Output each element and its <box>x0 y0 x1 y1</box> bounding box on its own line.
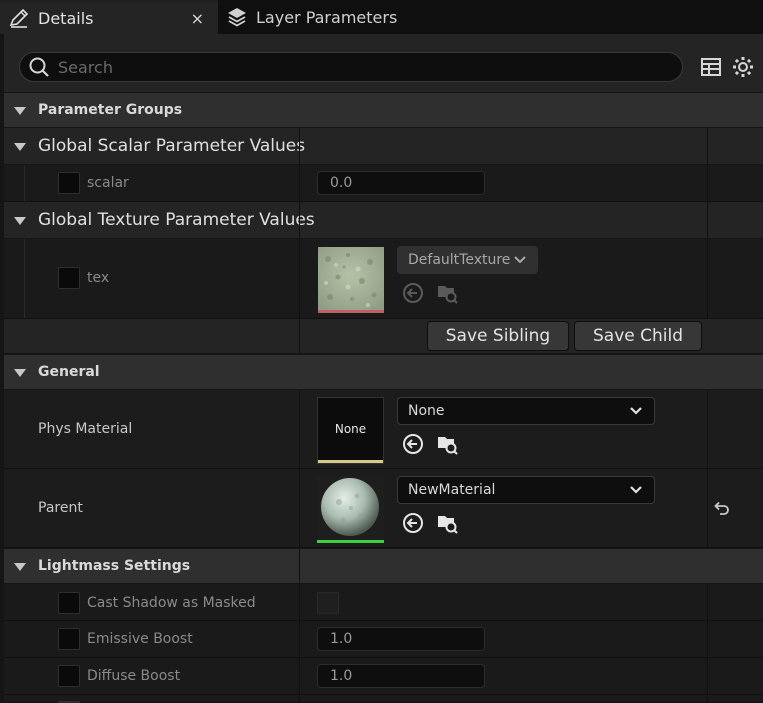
layers-icon <box>228 8 246 27</box>
search-input[interactable] <box>58 57 648 77</box>
param-enable-checkbox[interactable] <box>58 172 80 194</box>
tab-layer-parameters[interactable]: Layer Parameters <box>218 0 418 34</box>
property-row-emissive-boost: Emissive Boost 1.0 <box>4 621 763 658</box>
search-box[interactable] <box>19 52 683 82</box>
category-lightmass-settings[interactable]: Lightmass Settings <box>4 548 763 584</box>
property-label: Cast Shadow as Masked <box>87 595 256 611</box>
collapse-arrow-icon[interactable] <box>14 107 26 115</box>
property-label: Emissive Boost <box>87 631 193 647</box>
gear-icon[interactable] <box>732 56 754 78</box>
group-global-texture[interactable]: Global Texture Parameter Values <box>4 202 763 239</box>
param-row-texture: tex DefaultTexture <box>4 239 763 319</box>
phys-material-combo[interactable]: None <box>397 397 655 425</box>
thumbnail-label: None <box>334 422 367 436</box>
save-child-button[interactable]: Save Child <box>574 321 702 351</box>
property-row-partial <box>4 695 763 703</box>
save-actions-row: Save Sibling Save Child <box>4 319 763 354</box>
emissive-boost-field[interactable]: 1.0 <box>317 627 485 651</box>
property-row-diffuse-boost: Diffuse Boost 1.0 <box>4 658 763 695</box>
use-selected-asset-icon[interactable] <box>402 433 424 455</box>
collapse-arrow-icon[interactable] <box>14 369 26 377</box>
param-enable-checkbox[interactable] <box>58 267 80 289</box>
scalar-value-field[interactable]: 0.0 <box>317 171 485 195</box>
tab-details-label: Details <box>38 8 94 28</box>
property-row-cast-shadow: Cast Shadow as Masked <box>4 584 763 621</box>
collapse-arrow-icon[interactable] <box>14 143 26 151</box>
use-selected-asset-icon[interactable] <box>402 512 424 534</box>
tab-layer-parameters-label: Layer Parameters <box>256 7 398 27</box>
tab-bar: Details × Layer Parameters <box>0 0 763 34</box>
category-title: General <box>38 364 100 380</box>
asset-type-underline <box>318 460 383 463</box>
category-parameter-groups[interactable]: Parameter Groups <box>4 92 763 128</box>
details-panel: Parameter Groups Global Scalar Parameter… <box>4 34 763 703</box>
collapse-arrow-icon[interactable] <box>14 563 26 571</box>
param-label: tex <box>87 270 110 286</box>
override-checkbox[interactable] <box>58 665 80 687</box>
param-label: scalar <box>87 175 129 191</box>
parent-material-combo[interactable]: NewMaterial <box>397 476 655 504</box>
diffuse-boost-field[interactable]: 1.0 <box>317 664 485 688</box>
property-label: Phys Material <box>38 421 133 437</box>
category-title: Lightmass Settings <box>38 558 191 574</box>
chevron-down-icon <box>630 407 642 415</box>
pencil-icon <box>9 8 29 28</box>
use-selected-asset-icon[interactable] <box>402 282 424 304</box>
override-checkbox[interactable] <box>58 628 80 650</box>
browse-asset-icon[interactable] <box>436 433 458 455</box>
parent-material-value: NewMaterial <box>408 482 496 498</box>
cast-shadow-checkbox[interactable] <box>317 592 339 614</box>
property-label: Parent <box>38 500 83 516</box>
texture-asset-value: DefaultTexture <box>408 252 511 268</box>
details-toolbar <box>4 34 763 92</box>
reset-to-default-icon[interactable] <box>710 498 732 520</box>
category-general[interactable]: General <box>4 354 763 390</box>
save-sibling-button[interactable]: Save Sibling <box>427 321 569 351</box>
texture-underline <box>318 310 384 313</box>
property-row-parent: Parent NewMaterial <box>4 469 763 548</box>
texture-thumbnail[interactable] <box>318 247 384 313</box>
chevron-down-icon <box>514 256 526 264</box>
group-title: Global Scalar Parameter Values <box>38 136 306 156</box>
property-row-phys-material: Phys Material None None <box>4 390 763 469</box>
category-title: Parameter Groups <box>38 102 183 118</box>
phys-material-value: None <box>408 403 445 419</box>
close-tab-button[interactable]: × <box>191 9 204 28</box>
group-global-scalar[interactable]: Global Scalar Parameter Values <box>4 128 763 165</box>
browse-asset-icon[interactable] <box>436 512 458 534</box>
collapse-arrow-icon[interactable] <box>14 217 26 225</box>
asset-type-underline <box>317 540 384 543</box>
tab-details[interactable]: Details × <box>0 0 218 34</box>
table-view-icon[interactable] <box>700 56 722 78</box>
override-checkbox[interactable] <box>58 592 80 614</box>
browse-asset-icon[interactable] <box>436 282 458 304</box>
group-title: Global Texture Parameter Values <box>38 210 315 230</box>
search-icon <box>29 57 49 77</box>
parent-material-thumbnail[interactable] <box>317 476 384 543</box>
phys-material-thumbnail[interactable]: None <box>317 397 384 464</box>
chevron-down-icon <box>630 486 642 494</box>
property-label: Diffuse Boost <box>87 668 181 684</box>
param-row-scalar: scalar 0.0 <box>4 165 763 202</box>
texture-asset-combo[interactable]: DefaultTexture <box>397 246 538 274</box>
